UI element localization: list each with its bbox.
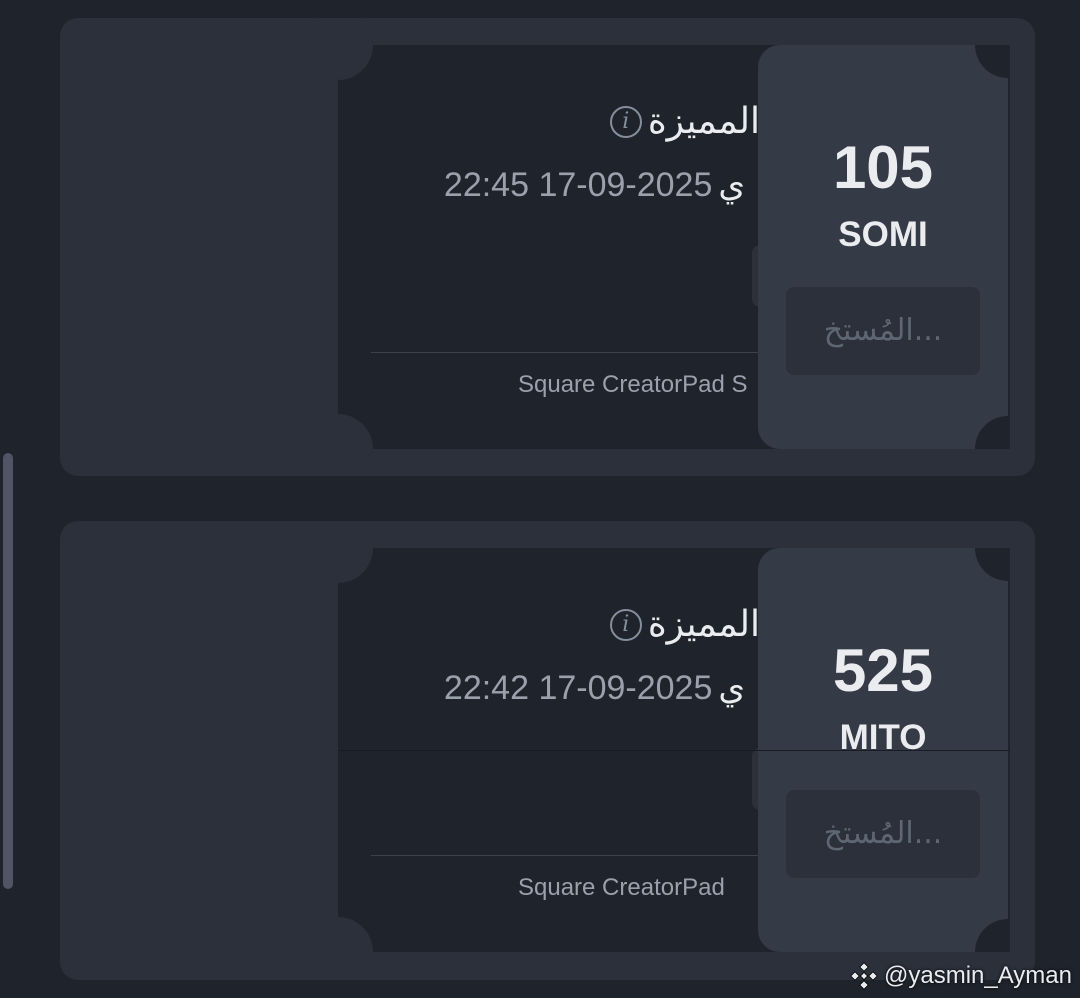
watermark-handle: @yasmin_Ayman [884,962,1072,989]
ticket-notch [303,521,373,583]
scrollbar[interactable] [3,453,13,889]
voucher-amount: 525 [832,637,934,704]
info-icon[interactable]: i [609,608,642,641]
voucher-date-row: 22:42 17-09-2025 ي [444,668,745,708]
voucher-source: Square CreatorPad [518,874,725,901]
voucher-title-row: i المميزة [609,604,760,645]
watermark: @yasmin_Ayman [850,962,1072,990]
voucher-card: i المميزة 22:45 17-09-2025 ي Square Creat… [60,18,1035,476]
binance-logo-icon [850,962,878,990]
voucher-amount: 105 [832,134,934,201]
stub-notch [975,45,1008,78]
voucher-token: SOMI [838,215,928,254]
voucher-card: i المميزة 22:42 17-09-2025 ي Square Creat… [60,521,1035,980]
divider [371,352,781,353]
voucher-date-suffix: ي [718,166,745,204]
ticket-notch [303,18,373,80]
voucher-title: المميزة [647,101,760,142]
voucher-date-suffix: ي [718,669,745,707]
divider [371,855,781,856]
info-icon[interactable]: i [609,105,642,138]
voucher-title: المميزة [647,604,760,645]
voucher-source: Square CreatorPad S [518,371,748,398]
voucher-date-row: 22:45 17-09-2025 ي [444,165,745,205]
voucher-title-row: i المميزة [609,101,760,142]
use-voucher-button[interactable]: المُستخ... [786,790,980,878]
ticket-notch [303,414,373,476]
voucher-date: 22:42 17-09-2025 [443,669,713,707]
voucher-date: 22:45 17-09-2025 [443,166,713,204]
voucher-token: MITO [839,718,927,757]
stub-notch [975,416,1008,449]
ticket-notch [303,917,373,980]
voucher-stub: 105 SOMI المُستخ... [758,45,1008,449]
use-voucher-button[interactable]: المُستخ... [786,287,980,375]
stub-notch [975,548,1008,581]
stub-notch [975,919,1008,952]
divider [338,750,1010,751]
